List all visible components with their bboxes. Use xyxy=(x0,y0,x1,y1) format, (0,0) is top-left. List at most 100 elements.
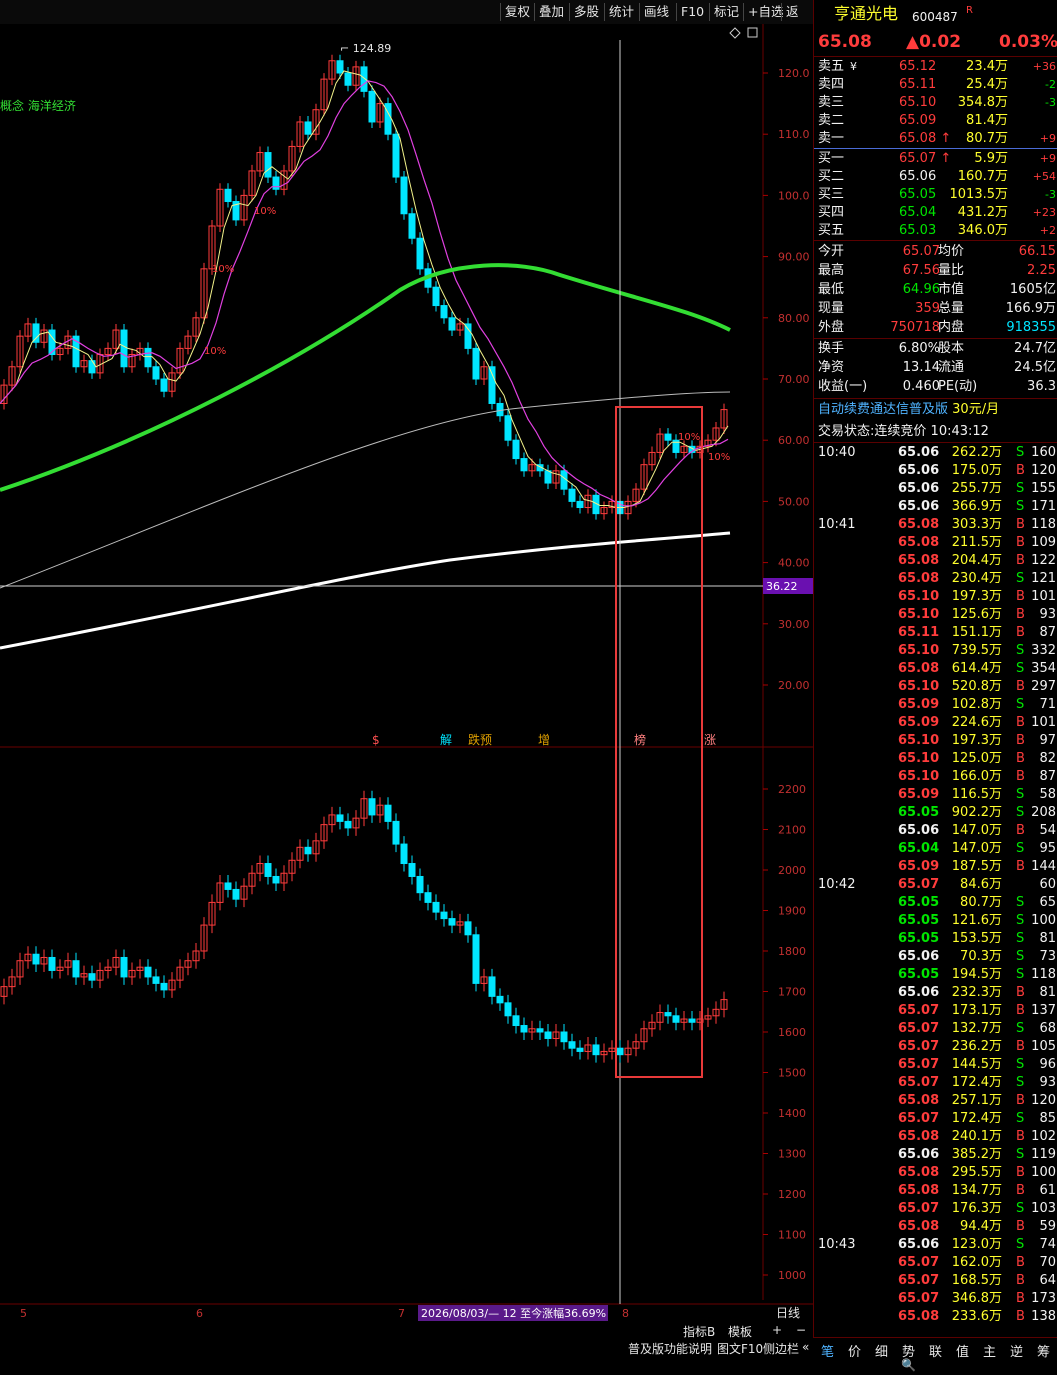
sidebar-tab[interactable]: 值 xyxy=(956,1341,969,1360)
tick-price: 65.06 xyxy=(898,481,940,496)
tick-volume: 172.4万 xyxy=(951,1075,1002,1090)
tick-price: 65.09 xyxy=(898,697,940,712)
candle-body xyxy=(224,188,232,203)
tick-price: 65.08 xyxy=(898,661,940,676)
indicator-button[interactable]: 指标B xyxy=(683,1323,715,1340)
stat-value: 65.07 xyxy=(902,244,940,259)
sidebar-tab[interactable]: 价 xyxy=(848,1341,861,1360)
tick-price: 65.08 xyxy=(898,1309,940,1324)
tick-price: 65.06 xyxy=(898,445,940,460)
zoom-out-button[interactable]: − xyxy=(796,1323,806,1337)
event-marker[interactable]: 解 xyxy=(440,733,452,747)
bottom-bar: 指标B 模板 + − 普及版功能说明 图文F10 侧边栏 « xyxy=(0,1322,813,1374)
bid-price[interactable]: 65.04 xyxy=(899,204,936,222)
tick-count: 155 xyxy=(1031,481,1056,496)
tick-side: B xyxy=(1016,1183,1025,1198)
promo-link[interactable]: 自动续费通达信普及版 30元/月 xyxy=(818,401,999,419)
toolbar-item[interactable]: 画线 xyxy=(639,3,673,21)
tick-side: B xyxy=(1016,715,1025,730)
candle-body xyxy=(440,305,448,319)
event-marker[interactable]: $ xyxy=(372,733,380,747)
sidebar-toggle[interactable]: 侧边栏 xyxy=(763,1340,799,1357)
template-button[interactable]: 模板 xyxy=(728,1323,752,1340)
candle-body xyxy=(488,366,496,404)
bid-price[interactable]: 65.05 xyxy=(899,186,936,204)
stat-value: 67.56 xyxy=(902,263,940,278)
tick-volume: 162.0万 xyxy=(951,1255,1002,1270)
toolbar-item[interactable]: 多股 xyxy=(569,3,603,21)
toolbar-item[interactable]: 标记 xyxy=(709,3,743,21)
tick-side: S xyxy=(1016,949,1025,964)
toolbar-item[interactable]: 复权 xyxy=(500,3,534,21)
month-label: 7 xyxy=(398,1307,405,1320)
toolbar-item[interactable]: 返回 xyxy=(781,3,813,37)
tick-side: B xyxy=(1016,517,1025,532)
toolbar-item[interactable]: 叠加 xyxy=(534,3,568,21)
sidebar-search-icon[interactable]: 🔍 xyxy=(901,1358,916,1372)
ask-price[interactable]: 65.10 xyxy=(899,94,936,112)
tick-side: B xyxy=(1016,1309,1025,1324)
expand-icon[interactable]: « xyxy=(802,1340,809,1354)
stat-label: 换手 xyxy=(818,341,845,356)
candle-body xyxy=(160,378,168,392)
toolbar-item[interactable]: F10 xyxy=(676,3,708,21)
candle-body xyxy=(120,329,128,368)
stat-value: 24.7亿 xyxy=(1014,341,1056,356)
event-marker[interactable]: 榜 xyxy=(634,732,646,747)
bid-price[interactable]: 65.07 ↑ xyxy=(899,150,951,168)
tick-count: 87 xyxy=(1039,625,1056,640)
bid-volume: 346.0万 xyxy=(957,223,1008,238)
sidebar-tab[interactable]: 筹 xyxy=(1037,1341,1050,1360)
tick-price: 65.06 xyxy=(898,1147,940,1162)
price-axis-label: 60.00 xyxy=(778,434,810,447)
sidebar-tab[interactable]: 联 xyxy=(929,1341,942,1360)
tick-count: 171 xyxy=(1031,499,1056,514)
ask-price[interactable]: 65.12 xyxy=(899,58,936,76)
tick-count: 173 xyxy=(1031,1291,1056,1306)
ind-candle-body xyxy=(416,875,424,894)
stat-value: 64.96 xyxy=(902,282,940,297)
candle-body xyxy=(144,347,152,368)
help-link[interactable]: 普及版功能说明 xyxy=(628,1340,712,1357)
tick-side: S xyxy=(1016,895,1025,910)
tick-side: S xyxy=(1016,841,1025,856)
bid-price[interactable]: 65.06 xyxy=(899,168,936,186)
ask-price[interactable]: 65.11 xyxy=(899,76,936,94)
sidebar-tab[interactable]: 主 xyxy=(983,1341,996,1360)
current-price-tag-label: 36.22 xyxy=(766,580,798,593)
tick-side: S xyxy=(1016,499,1025,514)
ind-candle-body xyxy=(32,953,40,965)
event-marker[interactable]: 跌预 xyxy=(468,732,492,747)
promo-text[interactable]: 自动续费通达信普及版 xyxy=(818,402,948,417)
zoom-in-button[interactable]: + xyxy=(772,1323,782,1337)
tick-side: S xyxy=(1016,1057,1025,1072)
bid-price[interactable]: 65.03 xyxy=(899,222,936,240)
f10-link[interactable]: 图文F10 xyxy=(717,1340,763,1357)
stat-value: 2.25 xyxy=(1027,263,1056,278)
toolbar-item[interactable]: 统计 xyxy=(604,3,638,21)
event-marker[interactable]: 增 xyxy=(538,733,550,747)
tick-volume: 176.3万 xyxy=(951,1201,1002,1216)
ask-price[interactable]: 65.08 ↑ xyxy=(899,130,951,148)
sidebar-tab[interactable]: 笔 xyxy=(821,1341,834,1360)
ind-candle-body xyxy=(616,1047,624,1056)
tick-volume: 255.7万 xyxy=(951,481,1002,496)
tick-volume: 147.0万 xyxy=(951,841,1002,856)
candle-body xyxy=(304,121,312,135)
ask-price[interactable]: 65.09 xyxy=(899,112,936,130)
sidebar-tab[interactable]: 细 xyxy=(875,1341,888,1360)
stock-code: 600487 xyxy=(912,10,958,24)
event-marker[interactable]: 涨 xyxy=(704,732,716,747)
ind-candle-body xyxy=(504,1002,512,1017)
ind-candle-body xyxy=(464,921,472,936)
ind-candle-body xyxy=(488,976,496,997)
promo-price[interactable]: 30元/月 xyxy=(952,402,999,417)
tick-price: 65.10 xyxy=(898,733,940,748)
tick-price: 65.07 xyxy=(898,1021,940,1036)
kline-chart[interactable]: 120.0 110.0 100.0 90.00 80.00 70.00 60.00 50.00… xyxy=(0,24,813,1326)
tick-count: 82 xyxy=(1039,751,1056,766)
candle-body xyxy=(152,366,160,380)
period-label[interactable]: 日线 xyxy=(776,1306,800,1320)
sidebar-tab[interactable]: 逆 xyxy=(1010,1341,1023,1360)
tick-price: 65.09 xyxy=(898,787,940,802)
